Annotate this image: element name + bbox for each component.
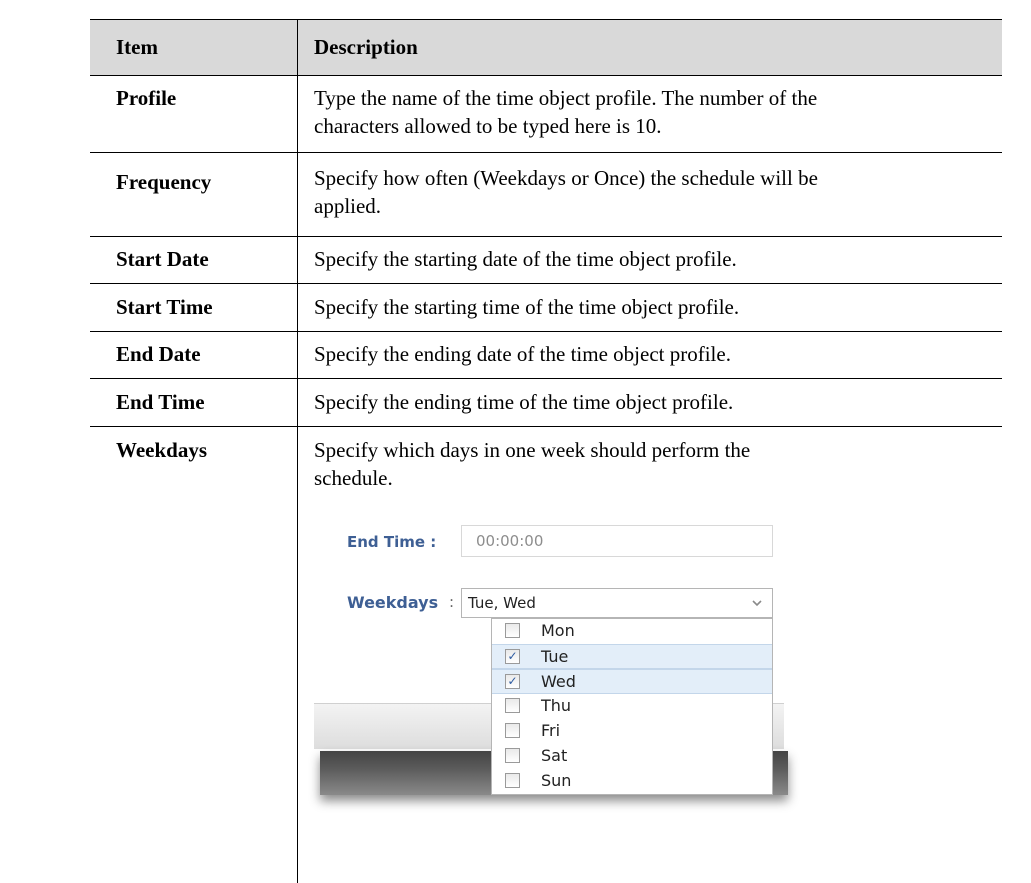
desc-line: schedule. [314,466,393,490]
row-item-weekdays: Weekdays [116,438,208,462]
desc-line: Specify which days in one week should pe… [314,438,751,462]
chevron-down-icon[interactable] [742,589,772,617]
end-time-label: End Time : [347,533,437,551]
option-mon[interactable]: Mon [492,619,772,644]
weekdays-label: Weekdays [347,593,439,612]
row-desc-end-time: Specify the ending time of the time obje… [314,390,734,414]
option-sun[interactable]: Sun [492,769,772,794]
option-label: Mon [541,621,575,640]
option-thu[interactable]: Thu [492,694,772,719]
option-label: Sat [541,746,568,765]
header-item: Item [116,35,158,59]
table-rule [90,331,1002,332]
table-rule [90,19,1002,20]
checkbox[interactable] [505,623,520,638]
checkbox-checked[interactable]: ✓ [505,674,520,689]
row-desc-end-date: Specify the ending date of the time obje… [314,342,731,366]
option-label: Fri [541,721,561,740]
option-sat[interactable]: Sat [492,744,772,769]
column-divider [297,19,298,883]
row-item-start-time: Start Time [116,295,213,319]
checkbox[interactable] [505,773,520,788]
table-rule [90,152,1002,153]
table-rule [90,283,1002,284]
row-item-end-time: End Time [116,390,205,414]
desc-line: applied. [314,194,382,218]
table-header [90,19,1002,75]
option-tue[interactable]: ✓ Tue [492,644,772,669]
row-desc-weekdays: Specify which days in one week should pe… [314,436,994,492]
row-desc-start-time: Specify the starting time of the time ob… [314,295,740,319]
weekdays-dropdown: Mon ✓ Tue ✓ Wed Thu Fri Sat Sun [491,618,773,795]
checkbox-checked[interactable]: ✓ [505,649,520,664]
row-desc-start-date: Specify the starting date of the time ob… [314,247,737,271]
option-fri[interactable]: Fri [492,719,772,744]
table-rule [90,426,1002,427]
row-item-end-date: End Date [116,342,201,366]
row-item-start-date: Start Date [116,247,209,271]
desc-line: characters allowed to be typed here is 1… [314,114,662,138]
row-item-frequency: Frequency [116,170,212,194]
weekdays-colon: : [449,593,455,611]
header-description: Description [314,35,418,59]
option-label: Thu [541,696,572,715]
row-desc-frequency: Specify how often (Weekdays or Once) the… [314,164,994,220]
weekdays-select-value: Tue, Wed [468,594,536,612]
checkbox[interactable] [505,748,520,763]
option-wed[interactable]: ✓ Wed [492,669,772,694]
option-label: Tue [541,647,569,666]
checkbox[interactable] [505,723,520,738]
row-item-profile: Profile [116,86,177,110]
option-label: Sun [541,771,572,790]
weekdays-select[interactable]: Tue, Wed [461,588,773,618]
table-rule [90,75,1002,76]
row-desc-profile: Type the name of the time object profile… [314,84,994,140]
desc-line: Specify how often (Weekdays or Once) the… [314,166,818,190]
option-label: Wed [541,672,576,691]
weekdays-screenshot: End Time : 00:00:00 Weekdays : Tue, Wed … [314,523,788,795]
table-rule [90,236,1002,237]
end-time-value: 00:00:00 [476,532,544,550]
table-rule [90,378,1002,379]
checkbox[interactable] [505,698,520,713]
desc-line: Type the name of the time object profile… [314,86,818,110]
